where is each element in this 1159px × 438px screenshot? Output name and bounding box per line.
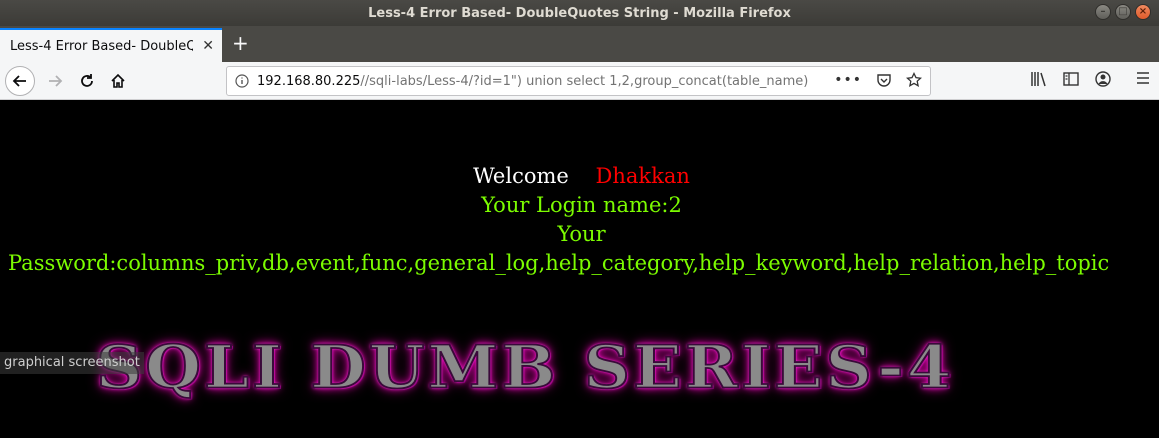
url-path: //sqli-labs/Less-4/?id=1") union select … (360, 73, 809, 89)
tooltip: graphical screenshot (0, 352, 144, 374)
series-banner: SQLI DUMB SERIES-4 (95, 332, 955, 403)
new-tab-icon[interactable]: + (232, 31, 249, 55)
page-actions-icon[interactable]: ••• (834, 72, 862, 88)
your-label: Your (557, 222, 606, 246)
url-action-icons: ••• (834, 72, 922, 88)
account-button[interactable] (1094, 70, 1112, 88)
login-name-line: Your Login name:2 (481, 193, 682, 217)
window-controls: – □ × (1095, 4, 1151, 20)
password-line: Password:columns_priv,db,event,func,gene… (8, 251, 1110, 275)
site-info-icon[interactable] (235, 74, 249, 88)
maximize-icon[interactable]: □ (1115, 4, 1131, 20)
hamburger-menu-icon (1137, 72, 1149, 84)
tab-active[interactable]: Less-4 Error Based- DoubleQ ✕ (0, 28, 222, 62)
home-icon (111, 73, 125, 88)
reload-icon (81, 74, 93, 87)
url-bar[interactable]: 192.168.80.225//sqli-labs/Less-4/?id=1")… (226, 66, 931, 96)
forward-arrow-icon (49, 75, 63, 87)
sidebar-icon (1063, 72, 1079, 86)
window-title: Less-4 Error Based- DoubleQuotes String … (368, 5, 791, 21)
navigation-toolbar: 192.168.80.225//sqli-labs/Less-4/?id=1")… (0, 62, 1159, 100)
reload-button[interactable] (72, 66, 102, 96)
tab-strip: Less-4 Error Based- DoubleQ ✕ + (0, 26, 1159, 62)
back-arrow-icon (12, 75, 26, 87)
url-host: 192.168.80.225 (257, 73, 361, 89)
tab-close-icon[interactable]: ✕ (202, 38, 214, 54)
welcome-line: Welcome Dhakkan (0, 162, 1159, 191)
library-button[interactable] (1030, 70, 1048, 88)
window-titlebar: Less-4 Error Based- DoubleQuotes String … (0, 0, 1159, 26)
close-window-icon[interactable]: × (1135, 4, 1151, 20)
bookmark-star-icon[interactable] (906, 72, 922, 88)
library-icon (1031, 72, 1046, 87)
account-icon (1095, 71, 1111, 87)
home-button[interactable] (103, 66, 133, 96)
back-button[interactable] (5, 66, 35, 96)
welcome-text: Welcome (473, 164, 569, 188)
sidebar-button[interactable] (1062, 70, 1080, 88)
menu-button[interactable] (1135, 70, 1151, 86)
forward-button[interactable] (40, 66, 70, 96)
user-name: Dhakkan (595, 164, 690, 188)
pocket-icon[interactable] (876, 72, 892, 88)
tab-label: Less-4 Error Based- DoubleQ (10, 38, 193, 54)
url-text[interactable]: 192.168.80.225//sqli-labs/Less-4/?id=1")… (257, 74, 817, 89)
page-content: Welcome Dhakkan Your Login name:2 Your P… (0, 100, 1159, 438)
minimize-icon[interactable]: – (1095, 4, 1111, 20)
